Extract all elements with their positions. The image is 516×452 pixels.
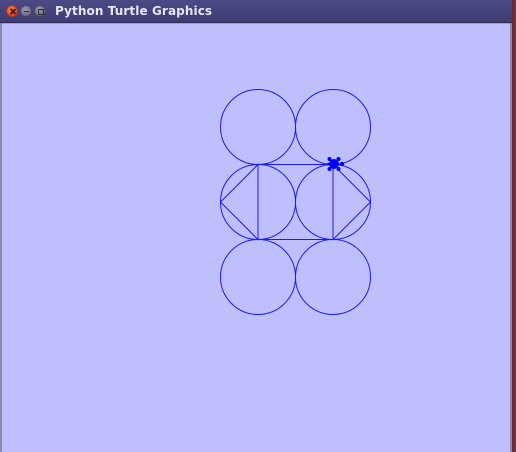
turtle-icon — [326, 157, 345, 171]
turtle-drawing — [219, 89, 372, 315]
left-diamond — [219, 163, 259, 241]
circle-top-left — [220, 89, 296, 165]
right-diamond — [332, 163, 372, 241]
circle-bottom-left — [220, 239, 296, 315]
turtle-window: Python Turtle Graphics — [0, 0, 516, 452]
circle-bottom-right — [295, 239, 371, 315]
circle-top-right — [295, 89, 371, 165]
